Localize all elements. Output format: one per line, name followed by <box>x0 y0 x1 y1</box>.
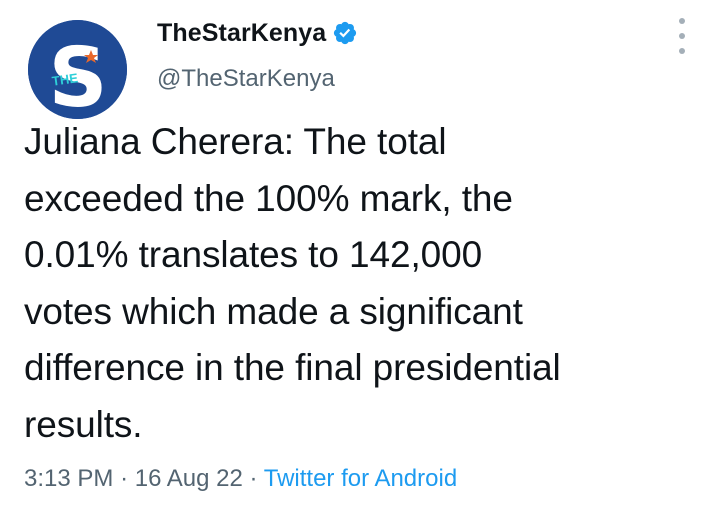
verified-badge-icon <box>332 20 358 46</box>
author-name-row: TheStarKenya <box>157 16 358 50</box>
author-handle[interactable]: @TheStarKenya <box>157 63 335 95</box>
tweet-date[interactable]: 16 Aug 22 <box>135 465 243 492</box>
meta-separator: · <box>120 465 129 492</box>
more-options-button[interactable] <box>672 18 692 54</box>
tweet-metadata: 3:13 PM · 16 Aug 22 · Twitter for Androi… <box>24 462 457 496</box>
author-avatar[interactable]: S THE <box>28 20 127 119</box>
tweet-source-link[interactable]: Twitter for Android <box>264 465 457 492</box>
tweet-text: Juliana Cherera: The total exceeded the … <box>24 121 561 445</box>
tweet-card: S THE TheStarKenya @TheStarKenya Juliana… <box>0 0 720 525</box>
star-logo-icon: S THE <box>28 20 127 119</box>
author-display-name[interactable]: TheStarKenya <box>157 16 326 50</box>
meta-separator: · <box>249 465 258 492</box>
tweet-time[interactable]: 3:13 PM <box>24 465 113 492</box>
more-vertical-icon <box>679 18 685 24</box>
